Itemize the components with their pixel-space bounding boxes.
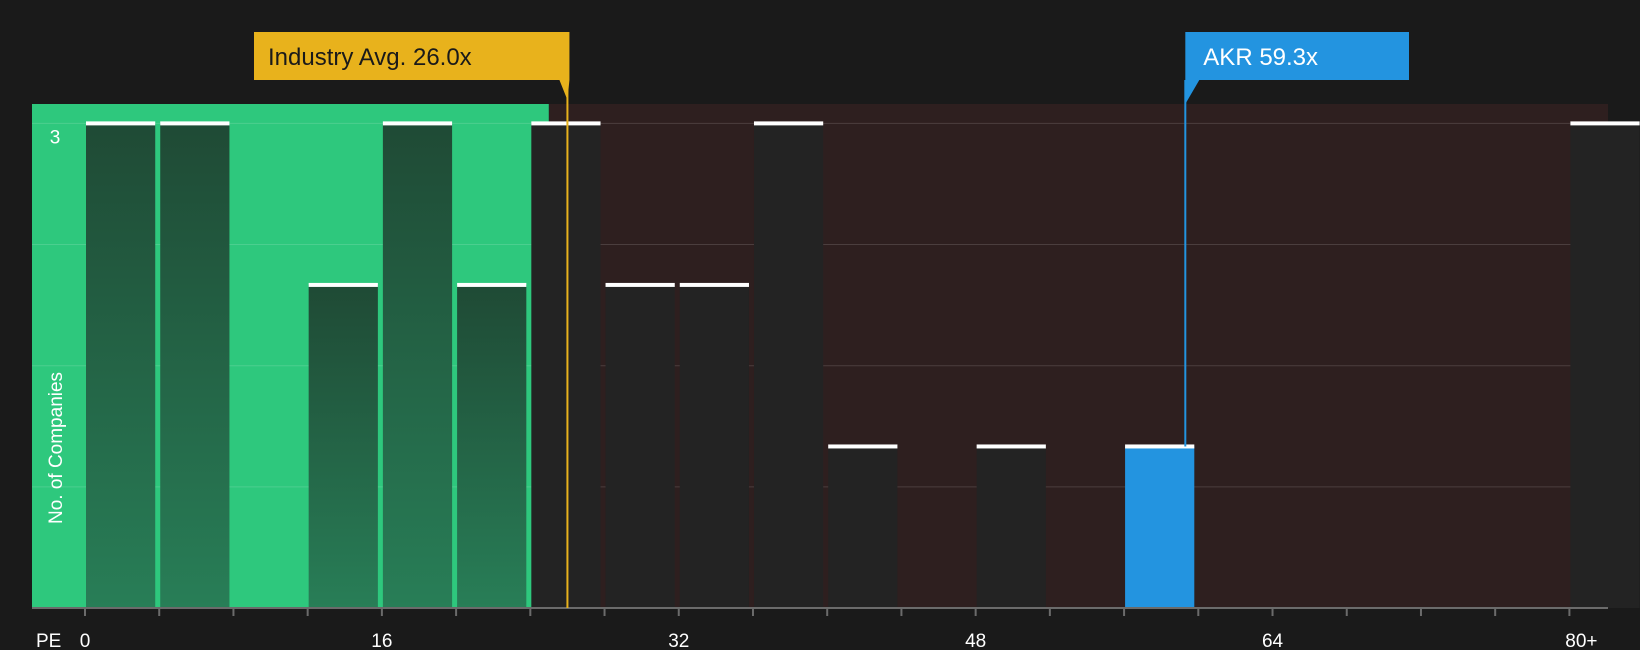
bar-cap-0 — [86, 121, 156, 126]
x-tick-label: 48 — [965, 631, 986, 650]
x-tick-label: 16 — [371, 631, 392, 650]
bar-6 — [605, 284, 675, 608]
company-label: AKR 59.3x — [1203, 44, 1318, 71]
bar-cap-10 — [976, 444, 1046, 449]
bar-cap-3 — [382, 121, 453, 126]
bar-cap-8 — [753, 121, 824, 126]
bar-0 — [86, 123, 156, 608]
bar-1 — [160, 123, 230, 608]
bar-cap-5 — [531, 121, 601, 126]
bar-7 — [679, 284, 749, 608]
bar-cap-4 — [457, 282, 527, 287]
bar-12 — [1570, 123, 1640, 608]
bar-2 — [308, 284, 378, 608]
bar-cap-12 — [1570, 121, 1640, 126]
bar-3 — [382, 123, 453, 608]
bar-cap-7 — [679, 282, 749, 287]
x-tick-label: 32 — [668, 631, 689, 650]
pe-distribution-chart: 0 16 32 48 64 80+ PE 3 No. of Companies Industry … — [0, 0, 1640, 650]
x-axis-label: PE — [36, 631, 61, 650]
bar-4 — [457, 284, 527, 608]
x-tick-label: 0 — [80, 631, 91, 650]
bar-8 — [753, 123, 824, 608]
y-tick-label: 3 — [50, 127, 61, 148]
bar-10 — [976, 446, 1046, 608]
y-axis-label: No. of Companies — [46, 372, 67, 524]
bar-cap-9 — [828, 444, 898, 449]
chart-svg: 0 16 32 48 64 80+ PE 3 No. of Companies Industry … — [32, 32, 1640, 650]
industry-avg-label: Industry Avg. 26.0x — [268, 44, 472, 71]
x-tick-label: 64 — [1262, 631, 1284, 650]
bar-5 — [531, 123, 601, 608]
bar-cap-6 — [605, 282, 675, 287]
bar-cap-11 — [1125, 444, 1195, 449]
bar-cap-2 — [308, 282, 378, 287]
x-tick-label: 80+ — [1565, 631, 1597, 650]
bar-11 — [1125, 446, 1195, 608]
bar-cap-1 — [160, 121, 230, 126]
bar-9 — [828, 446, 898, 608]
